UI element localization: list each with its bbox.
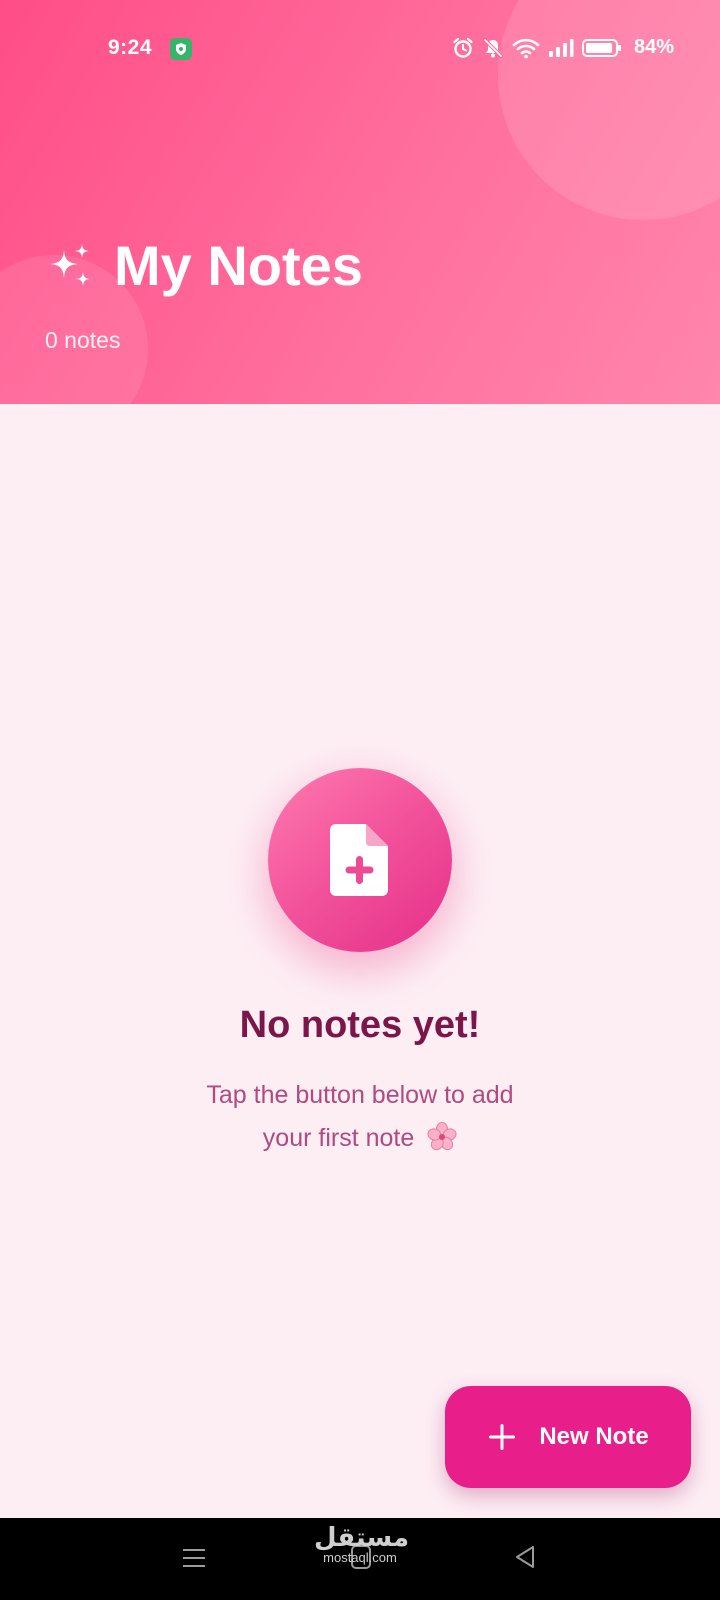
new-note-button[interactable]: New Note: [445, 1386, 691, 1488]
alarm-icon: [452, 37, 474, 59]
status-icons: 84%: [452, 36, 674, 59]
cherry-blossom-icon: [427, 1122, 457, 1151]
plus-icon: [489, 1424, 516, 1450]
empty-state-title: No notes yet!: [239, 1004, 481, 1046]
status-time: 9:24: [108, 36, 153, 59]
page-title: My Notes: [114, 234, 363, 297]
new-note-label: New Note: [539, 1423, 649, 1450]
battery-percentage: 84%: [634, 36, 675, 58]
bell-off-icon: [482, 37, 504, 59]
watermark-arabic: مستقل: [314, 1522, 410, 1552]
title-row: My Notes: [44, 238, 363, 294]
system-nav-bar: مستقل mostaql.com: [0, 1518, 720, 1600]
shield-icon: [170, 38, 192, 60]
back-icon[interactable]: [514, 1544, 536, 1570]
empty-state-illustration: [268, 768, 452, 952]
header: 9:24 84% My Notes 0 notes: [0, 0, 720, 404]
empty-state-subtitle: Tap the button below to add your first n…: [160, 1074, 560, 1160]
menu-icon[interactable]: [182, 1546, 206, 1570]
signal-icon: [548, 38, 574, 58]
subtitle-line-2: your first note: [262, 1124, 415, 1152]
status-bar: 9:24 84%: [0, 0, 720, 96]
notes-screen: 9:24 84% My Notes 0 notes No notes yet! …: [0, 0, 720, 1600]
sparkle-icon: [50, 244, 90, 286]
note-count: 0 notes: [45, 327, 121, 353]
subtitle-line-1: Tap the button below to add: [206, 1081, 514, 1109]
wifi-icon: [512, 37, 540, 59]
watermark-latin: mostaql.com: [323, 1550, 397, 1565]
watermark: مستقل mostaql.com: [314, 1522, 410, 1565]
add-note-icon: [330, 824, 388, 896]
battery-icon: [582, 38, 622, 58]
